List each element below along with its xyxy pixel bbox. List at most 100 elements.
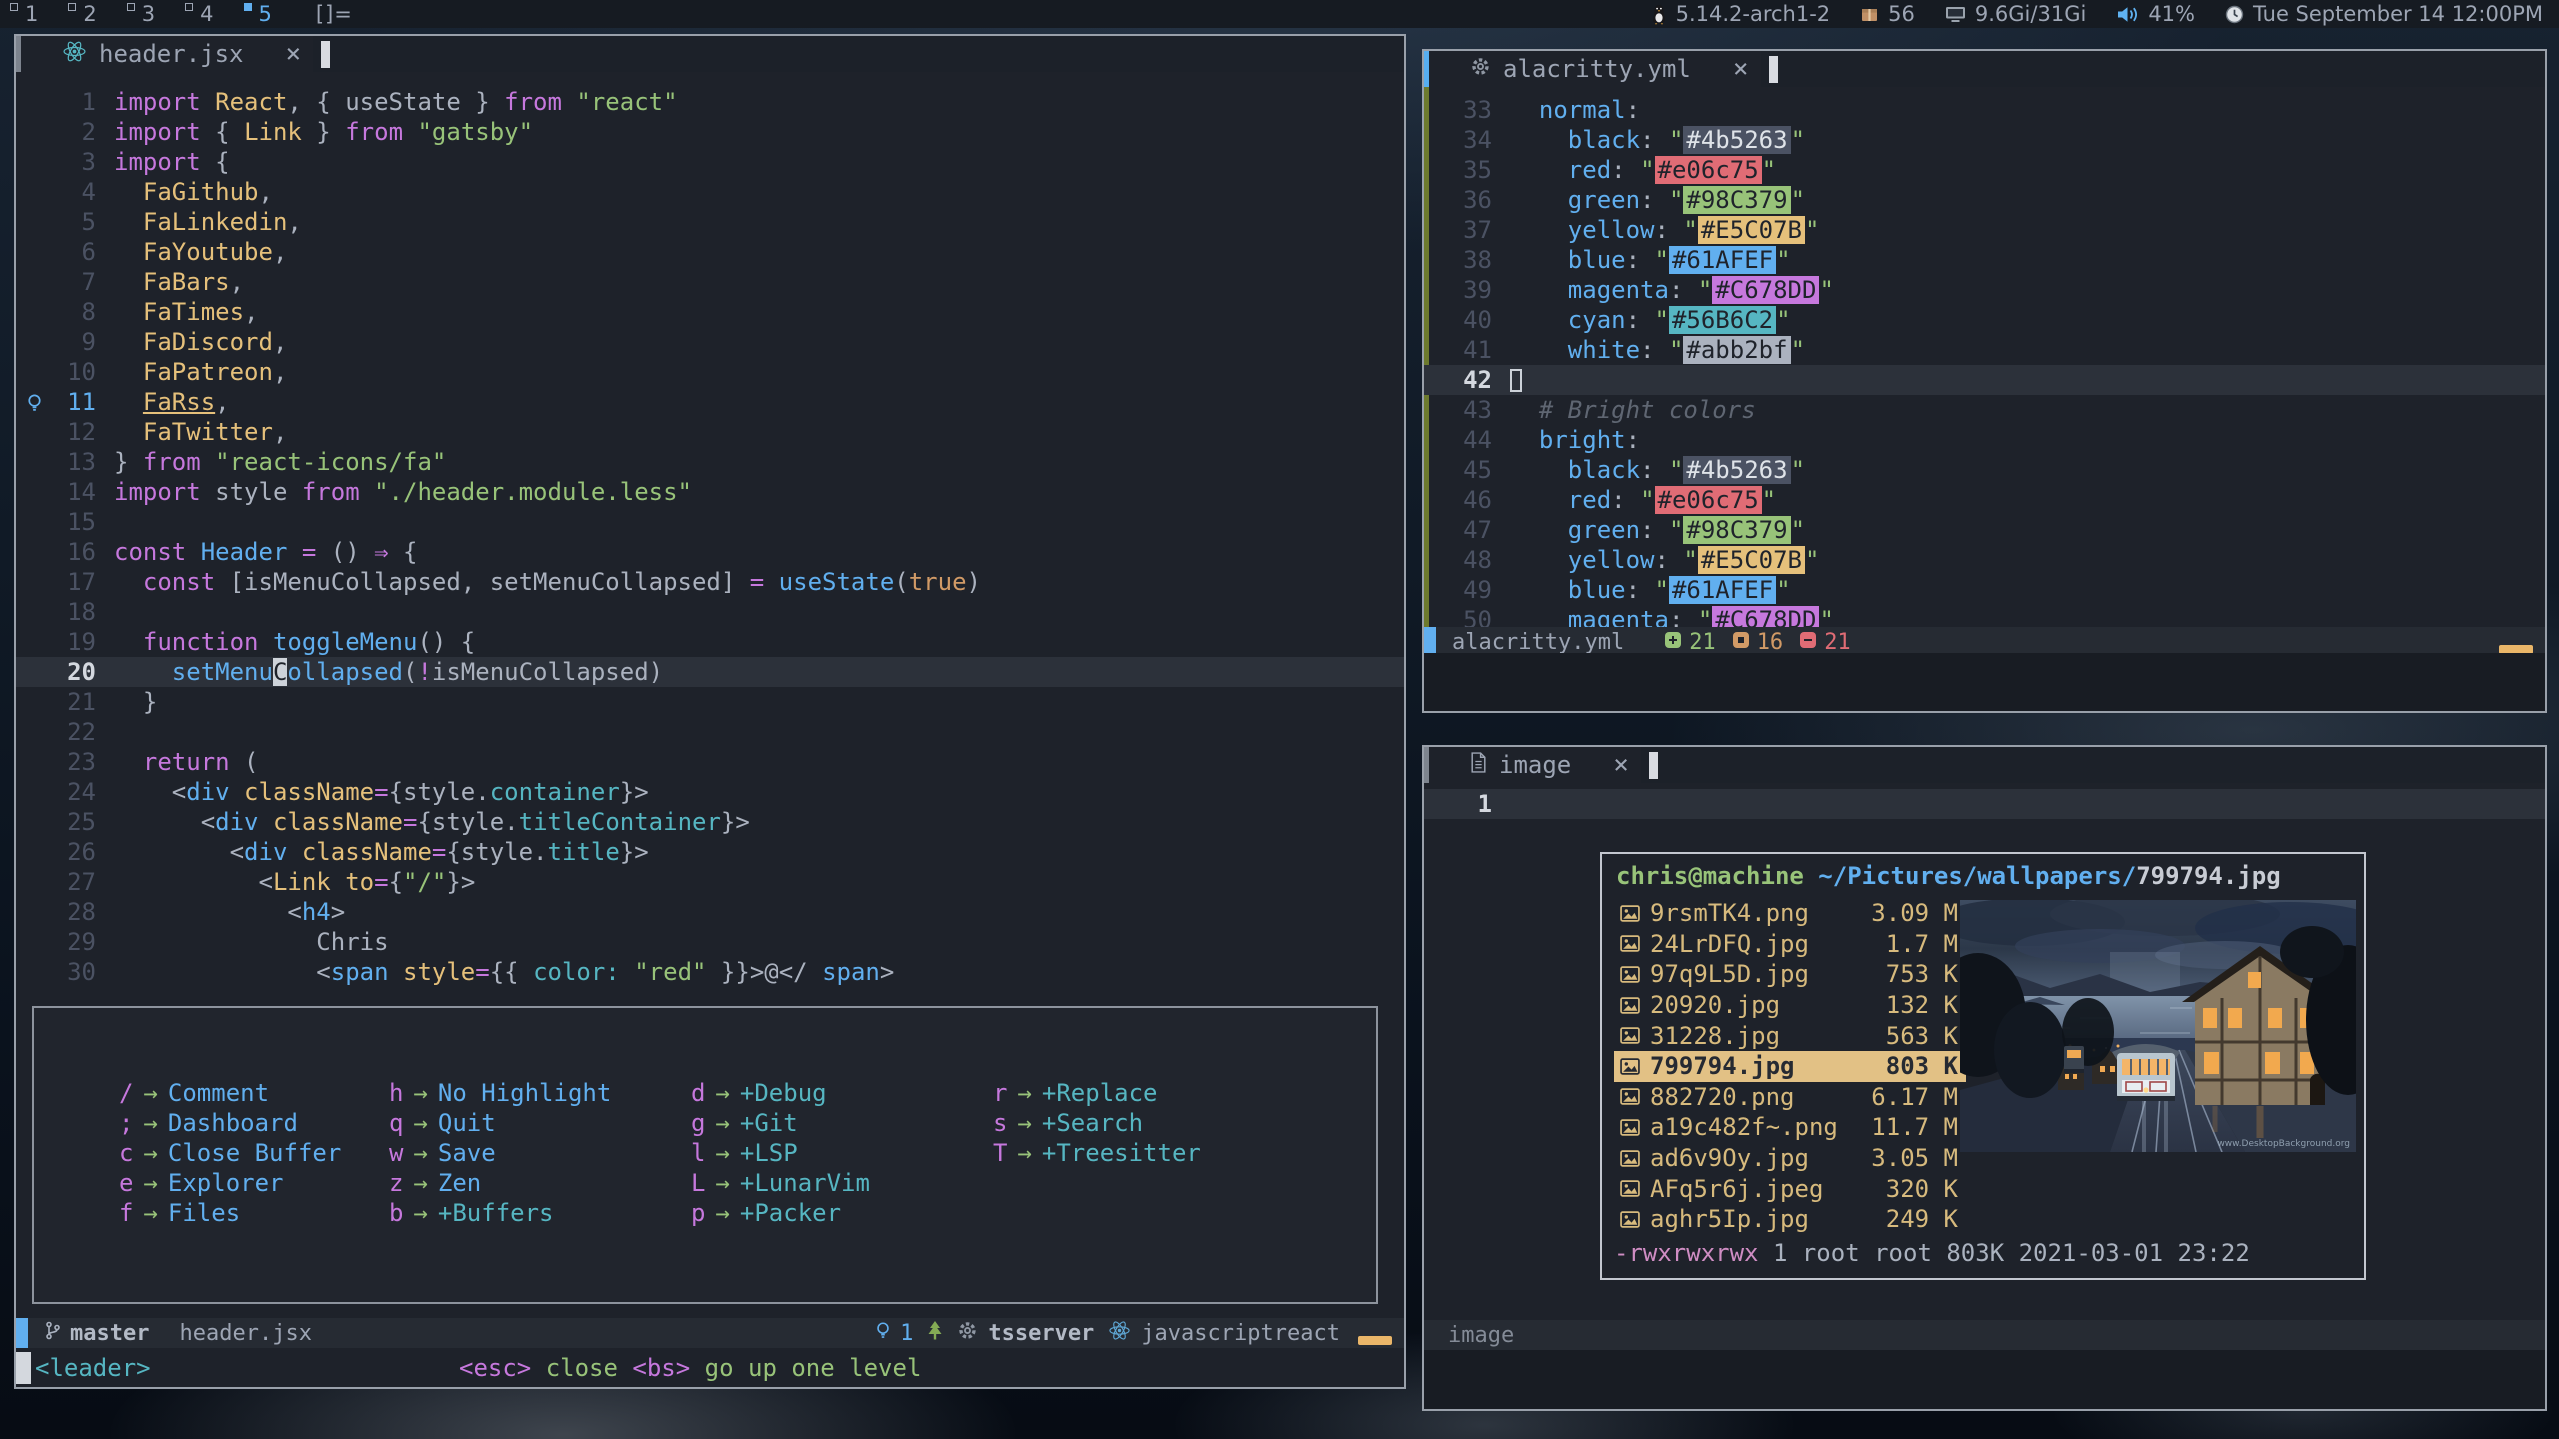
code-line[interactable]: 10 FaPatreon, (16, 357, 1404, 387)
code-line[interactable]: 7 FaBars, (16, 267, 1404, 297)
code-line[interactable]: 26 <div className={style.title}> (16, 837, 1404, 867)
code-line[interactable]: 44 bright: (1424, 425, 2545, 455)
whichkey-mapping[interactable]: /→Comment (119, 1078, 389, 1108)
workspace-3[interactable]: 3 (127, 1, 155, 27)
whichkey-mapping[interactable]: r→+Replace (993, 1078, 1376, 1108)
code-line[interactable]: 24 <div className={style.container}> (16, 777, 1404, 807)
file-list-item[interactable]: 24LrDFQ.jpg1.7 M (1614, 929, 1966, 960)
code-line[interactable]: 45 black: "#4b5263" (1424, 455, 2545, 485)
code-line[interactable]: 48 yellow: "#E5C07B" (1424, 545, 2545, 575)
code-line[interactable]: 1import React, { useState } from "react" (16, 87, 1404, 117)
code-line[interactable]: 47 green: "#98C379" (1424, 515, 2545, 545)
whichkey-mapping[interactable]: h→No Highlight (389, 1078, 691, 1108)
code-line[interactable]: 40 cyan: "#56B6C2" (1424, 305, 2545, 335)
layout-symbol[interactable]: []= (316, 2, 353, 26)
code-line[interactable]: 35 red: "#e06c75" (1424, 155, 2545, 185)
file-list-item[interactable]: 9rsmTK4.png3.09 M (1614, 898, 1966, 929)
code-buffer-alacritty[interactable]: 33 normal:34 black: "#4b5263"35 red: "#e… (1424, 87, 2545, 627)
file-list-item[interactable]: 31228.jpg563 K (1614, 1020, 1966, 1051)
code-line[interactable]: 34 black: "#4b5263" (1424, 125, 2545, 155)
line-number: 9 (52, 328, 96, 356)
workspace-4[interactable]: 4 (185, 1, 213, 27)
code-line[interactable]: 14import style from "./header.module.les… (16, 477, 1404, 507)
close-icon[interactable]: × (286, 39, 302, 69)
code-line[interactable]: 30 <span style={{ color: "red" }}>@</ sp… (16, 957, 1404, 987)
whichkey-mapping[interactable]: s→+Search (993, 1108, 1376, 1138)
code-line[interactable]: 50 magenta: "#C678DD" (1424, 605, 2545, 627)
code-line[interactable]: 42 (1424, 365, 2545, 395)
code-line[interactable]: 46 red: "#e06c75" (1424, 485, 2545, 515)
file-list-item[interactable]: aghr5Ip.jpg249 K (1614, 1204, 1966, 1235)
file-list-item[interactable]: AFq5r6j.jpeg320 K (1614, 1173, 1966, 1204)
code-line[interactable]: 22 (16, 717, 1404, 747)
code-line[interactable]: 11 FaRss, (16, 387, 1404, 417)
whichkey-mapping[interactable]: w→Save (389, 1138, 691, 1168)
close-icon[interactable]: × (1733, 54, 1749, 84)
file-list-item[interactable]: 97q9L5D.jpg753 K (1614, 959, 1966, 990)
code-line[interactable]: 12 FaTwitter, (16, 417, 1404, 447)
workspace-2[interactable]: 2 (68, 1, 96, 27)
line-number: 43 (1440, 396, 1492, 424)
code-line[interactable]: 43 # Bright colors (1424, 395, 2545, 425)
code-line[interactable]: 19 function toggleMenu() { (16, 627, 1404, 657)
code-line[interactable]: 5 FaLinkedin, (16, 207, 1404, 237)
file-list-item[interactable]: 799794.jpg803 K (1614, 1051, 1966, 1082)
whichkey-mapping[interactable]: f→Files (119, 1198, 389, 1228)
code-line[interactable]: 33 normal: (1424, 95, 2545, 125)
code-line[interactable]: 29 Chris (16, 927, 1404, 957)
code-line[interactable]: 13} from "react-icons/fa" (16, 447, 1404, 477)
code-line[interactable]: 37 yellow: "#E5C07B" (1424, 215, 2545, 245)
workspace-5[interactable]: 5 (244, 1, 272, 27)
whichkey-mapping[interactable]: g→+Git (691, 1108, 993, 1138)
code-line[interactable]: 49 blue: "#61AFEF" (1424, 575, 2545, 605)
code-line[interactable]: 38 blue: "#61AFEF" (1424, 245, 2545, 275)
code-line[interactable]: 6 FaYoutube, (16, 237, 1404, 267)
left-cmdline[interactable]: <leader> <esc> close <bs> go up one leve… (16, 1348, 1404, 1387)
code-line[interactable]: 25 <div className={style.titleContainer}… (16, 807, 1404, 837)
rb-cmdline-area[interactable] (1424, 1350, 2545, 1409)
line-number: 47 (1440, 516, 1492, 544)
whichkey-mapping[interactable]: e→Explorer (119, 1168, 389, 1198)
code-line[interactable]: 16const Header = () ⇒ { (16, 537, 1404, 567)
file-list-item[interactable]: ad6v9Oy.jpg3.05 M (1614, 1143, 1966, 1174)
tab-alacritty-yml[interactable]: alacritty.yml × (1424, 51, 1761, 87)
rt-cmdline-area[interactable] (1424, 653, 2545, 711)
whichkey-mapping[interactable]: ;→Dashboard (119, 1108, 389, 1138)
tab-header-jsx[interactable]: header.jsx × (16, 36, 313, 72)
whichkey-mapping[interactable]: q→Quit (389, 1108, 691, 1138)
code-line[interactable]: 8 FaTimes, (16, 297, 1404, 327)
code-line[interactable]: 1 (1424, 789, 2545, 819)
statusline-filename: header.jsx (179, 1321, 311, 1346)
code-line[interactable]: 18 (16, 597, 1404, 627)
whichkey-mapping[interactable]: T→+Treesitter (993, 1138, 1376, 1168)
code-line[interactable]: 41 white: "#abb2bf" (1424, 335, 2545, 365)
code-line[interactable]: 39 magenta: "#C678DD" (1424, 275, 2545, 305)
code-line[interactable]: 36 green: "#98C379" (1424, 185, 2545, 215)
workspace-1[interactable]: 1 (10, 1, 38, 27)
code-line[interactable]: 28 <h4> (16, 897, 1404, 927)
whichkey-mapping[interactable]: c→Close Buffer (119, 1138, 389, 1168)
whichkey-mapping[interactable]: z→Zen (389, 1168, 691, 1198)
code-action-lightbulb-icon[interactable] (16, 392, 52, 413)
whichkey-mapping[interactable]: d→+Debug (691, 1078, 993, 1108)
code-line[interactable]: 20 setMenuCollapsed(!isMenuCollapsed) (16, 657, 1404, 687)
tab-image[interactable]: image × (1424, 747, 1641, 783)
whichkey-mapping[interactable]: p→+Packer (691, 1198, 993, 1228)
whichkey-mapping[interactable]: l→+LSP (691, 1138, 993, 1168)
volume-widget[interactable]: 41% (2116, 2, 2195, 26)
code-line[interactable]: 15 (16, 507, 1404, 537)
file-list-item[interactable]: a19c482f~.png11.7 M (1614, 1112, 1966, 1143)
code-line[interactable]: 9 FaDiscord, (16, 327, 1404, 357)
code-line[interactable]: 4 FaGithub, (16, 177, 1404, 207)
file-list-item[interactable]: 20920.jpg132 K (1614, 990, 1966, 1021)
code-line[interactable]: 27 <Link to={"/"}> (16, 867, 1404, 897)
whichkey-mapping[interactable]: L→+LunarVim (691, 1168, 993, 1198)
code-line[interactable]: 2import { Link } from "gatsby" (16, 117, 1404, 147)
whichkey-mapping[interactable]: b→+Buffers (389, 1198, 691, 1228)
close-icon[interactable]: × (1613, 750, 1629, 780)
code-line[interactable]: 17 const [isMenuCollapsed, setMenuCollap… (16, 567, 1404, 597)
code-line[interactable]: 23 return ( (16, 747, 1404, 777)
code-line[interactable]: 3import { (16, 147, 1404, 177)
code-line[interactable]: 21 } (16, 687, 1404, 717)
file-list-item[interactable]: 882720.png6.17 M (1614, 1082, 1966, 1113)
